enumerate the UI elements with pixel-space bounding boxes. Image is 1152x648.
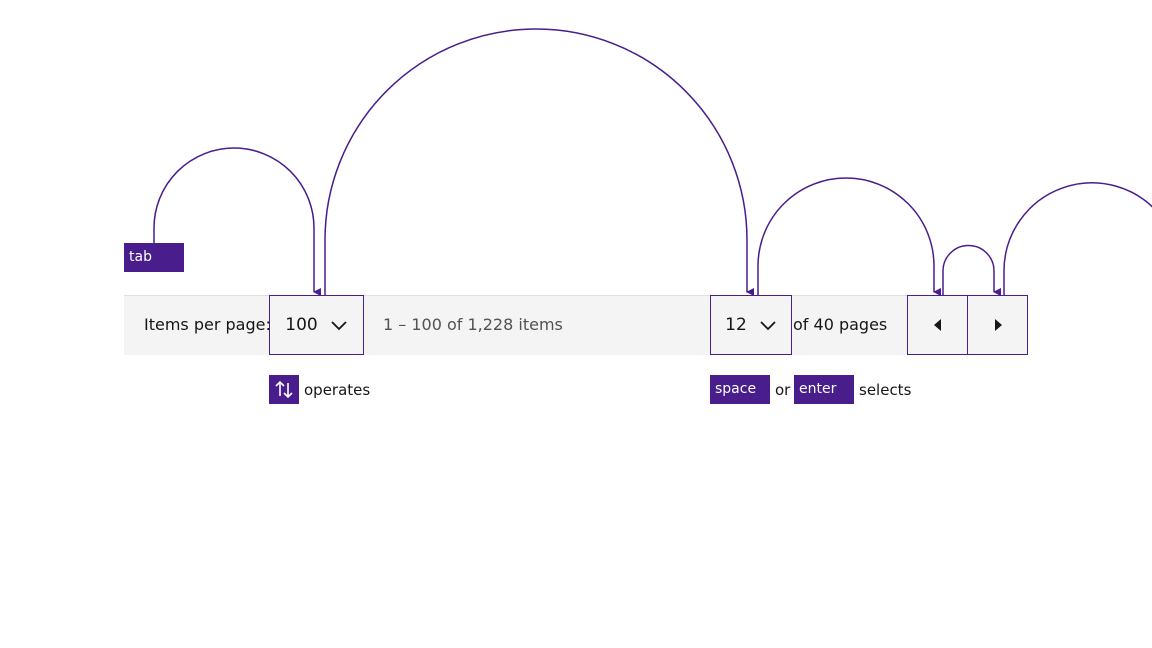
arc-prev-to-next [942,244,1001,296]
tab-key-badge: tab [124,243,184,272]
selects-caption: selects [859,381,912,399]
arc-next-to-exit [1003,182,1152,295]
chevron-down-icon [331,321,347,331]
arrow-keys-badge [269,375,299,404]
total-pages-text: of 40 pages [793,315,888,334]
arc-page-select-to-prev [757,177,941,296]
arc-items-per-page-to-page-select [324,28,754,296]
item-range-text: 1 – 100 of 1,228 items [383,315,563,334]
chevron-down-icon [760,321,776,331]
page-number-select[interactable]: 12 [710,295,792,355]
up-down-arrows-icon [275,380,293,399]
previous-page-button[interactable] [907,295,968,355]
caret-left-icon [933,319,941,331]
next-page-button[interactable] [967,295,1028,355]
items-per-page-value: 100 [285,315,318,335]
page-number-value: 12 [725,315,747,335]
space-key-badge: space [710,375,770,404]
enter-key-badge: enter [794,375,854,404]
caret-right-icon [994,319,1002,331]
items-per-page-label: Items per page: [144,315,271,334]
or-text: or [775,381,791,399]
items-per-page-select[interactable]: 100 [269,295,364,355]
operates-caption: operates [304,381,371,399]
